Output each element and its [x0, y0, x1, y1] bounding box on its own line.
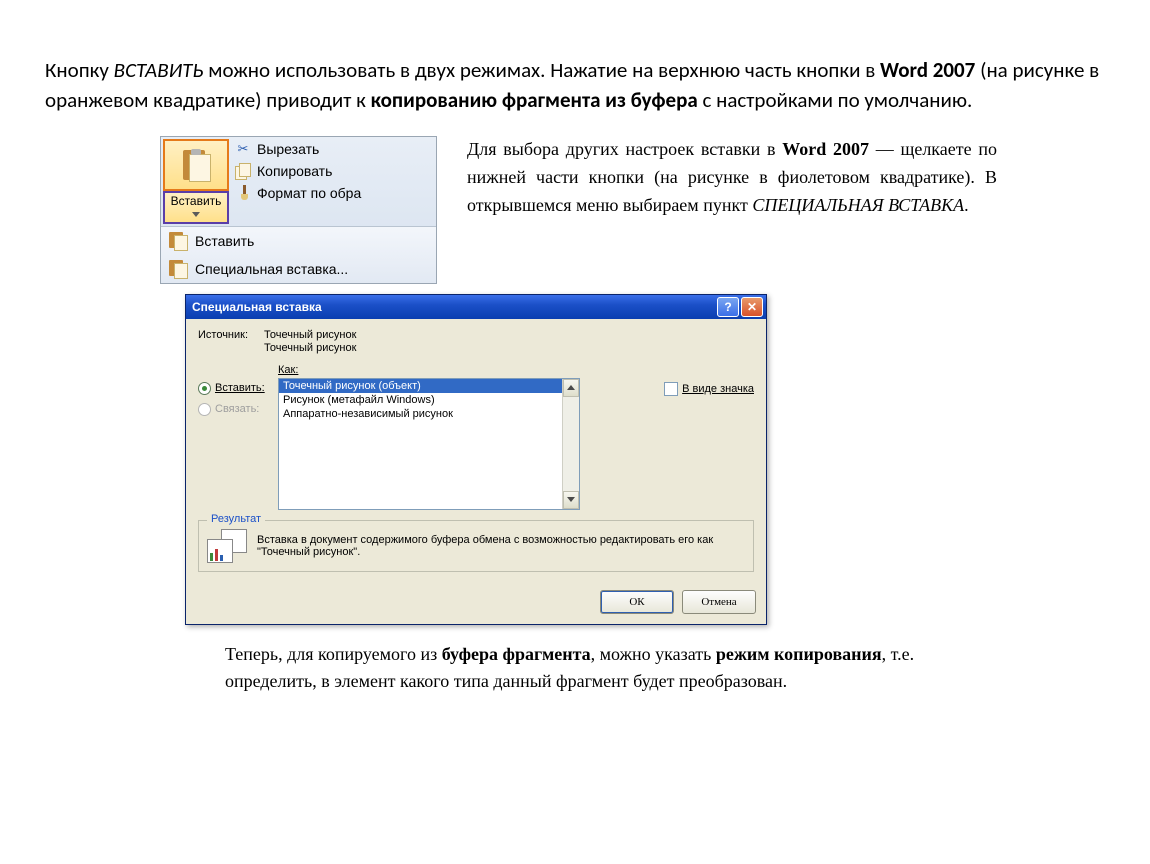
source-value-2: Точечный рисунок — [264, 342, 356, 354]
source-label: Источник: — [198, 329, 258, 341]
scroll-up-icon[interactable] — [563, 379, 579, 397]
paste-button-top[interactable] — [163, 139, 229, 191]
radio-link: Связать: — [198, 403, 268, 416]
clipboard-small-icon — [169, 232, 187, 250]
description-paragraph: Для выбора других настроек вставки в Wor… — [467, 136, 997, 220]
menu-paste-special[interactable]: Специальная вставка... — [161, 255, 436, 283]
format-listbox[interactable]: Точечный рисунок (объект) Рисунок (метаф… — [278, 378, 580, 510]
as-icon-checkbox[interactable]: В виде значка — [664, 382, 754, 396]
menu-paste[interactable]: Вставить — [161, 227, 436, 255]
how-label: Как: — [278, 364, 654, 376]
copy-button[interactable]: Копировать — [233, 160, 434, 182]
format-label: Формат по обра — [257, 185, 361, 201]
close-button[interactable]: ✕ — [741, 297, 763, 317]
source-value-1: Точечный рисунок — [264, 329, 356, 341]
cut-button[interactable]: ✂ Вырезать — [233, 138, 434, 160]
ok-button[interactable]: ОК — [600, 590, 674, 614]
radio-paste[interactable]: Вставить: — [198, 382, 268, 395]
scroll-down-icon[interactable] — [563, 491, 579, 509]
help-button[interactable]: ? — [717, 297, 739, 317]
list-item[interactable]: Рисунок (метафайл Windows) — [279, 393, 579, 407]
paste-button-bottom[interactable]: Вставить — [163, 191, 229, 224]
scrollbar[interactable] — [562, 379, 579, 509]
titlebar[interactable]: Специальная вставка ? ✕ — [186, 295, 766, 319]
list-item[interactable]: Точечный рисунок (объект) — [279, 379, 579, 393]
result-group: Результат Вставка в документ содержимого… — [198, 520, 754, 572]
dropdown-arrow-icon — [165, 208, 227, 222]
footer-paragraph: Теперь, для копируемого из буфера фрагме… — [225, 641, 995, 695]
paste-special-dialog: Специальная вставка ? ✕ Источник: Точечн… — [185, 294, 767, 625]
scissors-icon: ✂ — [235, 141, 251, 157]
result-legend: Результат — [207, 513, 265, 525]
brush-icon — [235, 185, 251, 201]
list-item[interactable]: Аппаратно-независимый рисунок — [279, 407, 579, 421]
clipboard-small-icon — [169, 260, 187, 278]
cancel-button[interactable]: Отмена — [682, 590, 756, 614]
format-painter-button[interactable]: Формат по обра — [233, 182, 434, 204]
copy-icon — [235, 163, 251, 179]
intro-paragraph: Кнопку ВСТАВИТЬ можно использовать в дву… — [45, 55, 1105, 116]
clipboard-icon — [181, 148, 211, 182]
copy-label: Копировать — [257, 163, 332, 179]
paste-label: Вставить — [165, 194, 227, 208]
checkbox-icon — [664, 382, 678, 396]
cut-label: Вырезать — [257, 141, 319, 157]
paste-dropdown-menu: Вставить Специальная вставка... — [161, 226, 436, 283]
dialog-title: Специальная вставка — [192, 300, 715, 314]
result-text: Вставка в документ содержимого буфера об… — [257, 534, 745, 558]
result-icon — [207, 529, 247, 563]
ribbon-clipboard-group: Вставить ✂ Вырезать Копировать — [160, 136, 437, 284]
